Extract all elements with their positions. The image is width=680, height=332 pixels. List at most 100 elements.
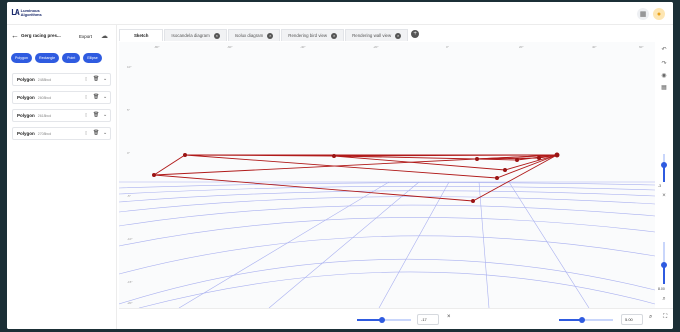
polygon-id: 2618bcd [37,113,52,118]
search-icon[interactable]: ⌕ [649,314,652,321]
left-tick: -20° [127,301,133,305]
top-bar: LA Luminous Algorithms ▦ ● [7,2,673,25]
tool-chips: Polygon Rectangle Point Ellipse [11,53,102,63]
view-tabs: Sketch Isocandela diagram × Isolux diagra… [119,27,420,41]
vertex-handle[interactable] [471,199,475,203]
chevron-down-icon[interactable]: ⌄ [103,76,107,82]
slider-handle[interactable] [579,317,585,323]
search-icon[interactable]: ⌕ [659,295,669,304]
back-arrow-icon[interactable]: ← [11,31,19,40]
polygon-list: Polygon 2488bcd ▯ 🗑 ⌄ Polygon 2608bcd ▯ … [12,73,111,145]
close-icon[interactable]: × [447,314,451,320]
grid-icon[interactable]: ▦ [637,8,649,20]
top-tick: 40° [592,45,597,49]
right-toolbar: ↶ ↷ ◉ ▦ -3 × 8.00 ⌕ [657,46,671,308]
vertex-handle[interactable] [537,156,541,160]
left-tick: 10° [127,65,132,69]
tab-label: Isolux diagram [234,32,264,38]
polygon-row[interactable]: Polygon 2708bcd ▯ 🗑 ⌄ [12,127,111,140]
top-tick: -80° [154,45,160,49]
grid-lines [119,181,655,308]
undo-icon[interactable]: ↶ [659,46,669,55]
chevron-down-icon[interactable]: ⌄ [103,112,107,118]
polygon-id: 2608bcd [37,95,52,100]
chevron-down-icon[interactable]: ⌄ [103,94,107,100]
logo-text: Luminous Algorithms [20,8,42,17]
redo-icon[interactable]: ↷ [659,60,669,69]
lock-icon[interactable]: ▯ [85,94,87,99]
bottom-bar: -17 × 5.00 ⌕ ⛶ [119,308,673,329]
sidebar: ← Gerg racing pres... Export ☁ Polygon R… [7,25,117,329]
trash-icon[interactable]: 🗑 [93,94,99,100]
vertex-handle[interactable] [515,158,519,162]
trash-icon[interactable]: 🗑 [93,130,99,136]
calculator-icon[interactable]: ▦ [659,84,669,93]
export-button[interactable]: Export [75,31,96,42]
ellipse-tool-button[interactable]: Ellipse [83,53,102,63]
slider-handle[interactable] [661,262,667,268]
rectangle-tool-button[interactable]: Rectangle [35,53,60,63]
point-tool-button[interactable]: Point [62,53,81,63]
vertex-handle[interactable] [495,176,499,180]
slider-handle[interactable] [379,317,385,323]
close-icon[interactable]: × [213,32,220,39]
left-value-field[interactable]: -17 [417,314,439,325]
chevron-down-icon[interactable]: ⌄ [103,130,107,136]
polygon-row[interactable]: Polygon 2488bcd ▯ 🗑 ⌄ [12,73,111,86]
sidebar-header: ← Gerg racing pres... Export ☁ [7,31,117,43]
left-tick: -15° [127,280,133,284]
scale-slider[interactable] [661,242,667,284]
add-tab-icon[interactable]: + [411,30,420,38]
vertex-handle[interactable] [332,154,336,158]
top-tick: 60° [639,45,644,49]
slider-handle[interactable] [661,162,667,168]
tab-rendering-wall-view[interactable]: Rendering wall view × [345,29,409,41]
tab-rendering-bird-view[interactable]: Rendering bird view × [281,29,345,41]
polygon-label: Polygon [17,113,35,118]
right-value-field[interactable]: 5.00 [621,314,643,325]
polygon-id: 2488bcd [37,77,52,82]
tab-label: Rendering bird view [288,32,328,38]
polygon-label: Polygon [17,95,35,100]
project-name: Gerg racing pres... [21,33,61,38]
horizontal-slider-left[interactable] [357,317,411,323]
lock-icon[interactable]: ▯ [85,76,87,81]
tab-label: Sketch [134,32,149,38]
sketch-canvas[interactable]: -80° -60° -40° -20° 0° 20° 40° 60° 10° 5… [119,42,655,308]
layers-icon[interactable]: ◉ [659,72,669,81]
tab-label: Rendering wall view [352,32,392,38]
vertex-handle[interactable] [554,152,560,158]
vertex-handle[interactable] [152,173,156,177]
close-icon[interactable]: × [267,32,274,39]
vertex-handle[interactable] [503,168,507,172]
vertex-handle[interactable] [183,153,187,157]
polygon-row[interactable]: Polygon 2608bcd ▯ 🗑 ⌄ [12,91,111,104]
user-icon[interactable]: ● [653,8,665,20]
close-icon[interactable]: × [331,32,338,39]
slider-fill [559,319,581,321]
vertices[interactable] [152,152,560,204]
polygon-label: Polygon [17,77,35,82]
fullscreen-icon[interactable]: ⛶ [663,314,667,321]
close-icon[interactable]: × [395,32,402,39]
lock-icon[interactable]: ▯ [85,112,87,117]
axis-ticks: -80° -60° -40° -20° 0° 20° 40° 60° 10° 5… [127,45,644,305]
slider-fill [357,319,381,321]
trash-icon[interactable]: 🗑 [93,112,99,118]
cloud-icon[interactable]: ☁ [101,32,108,40]
trash-icon[interactable]: 🗑 [93,76,99,82]
tab-sketch[interactable]: Sketch [119,29,164,41]
zoom-slider[interactable] [661,154,667,182]
app-logo[interactable]: LA Luminous Algorithms [11,8,42,17]
tab-label: Isocandela diagram [171,32,210,38]
polygon-row[interactable]: Polygon 2618bcd ▯ 🗑 ⌄ [12,109,111,122]
tab-isocandela-diagram[interactable]: Isocandela diagram × [164,29,227,41]
vertex-handle[interactable] [475,157,479,161]
polygon-tool-button[interactable]: Polygon [11,53,32,63]
sketch-svg[interactable]: -80° -60° -40° -20° 0° 20° 40° 60° 10° 5… [119,42,655,308]
horizontal-slider-right[interactable] [559,317,613,323]
tab-isolux-diagram[interactable]: Isolux diagram × [227,29,281,41]
lock-icon[interactable]: ▯ [85,130,87,135]
close-icon[interactable]: × [659,192,669,201]
logo-line2: Algorithms [20,11,42,17]
